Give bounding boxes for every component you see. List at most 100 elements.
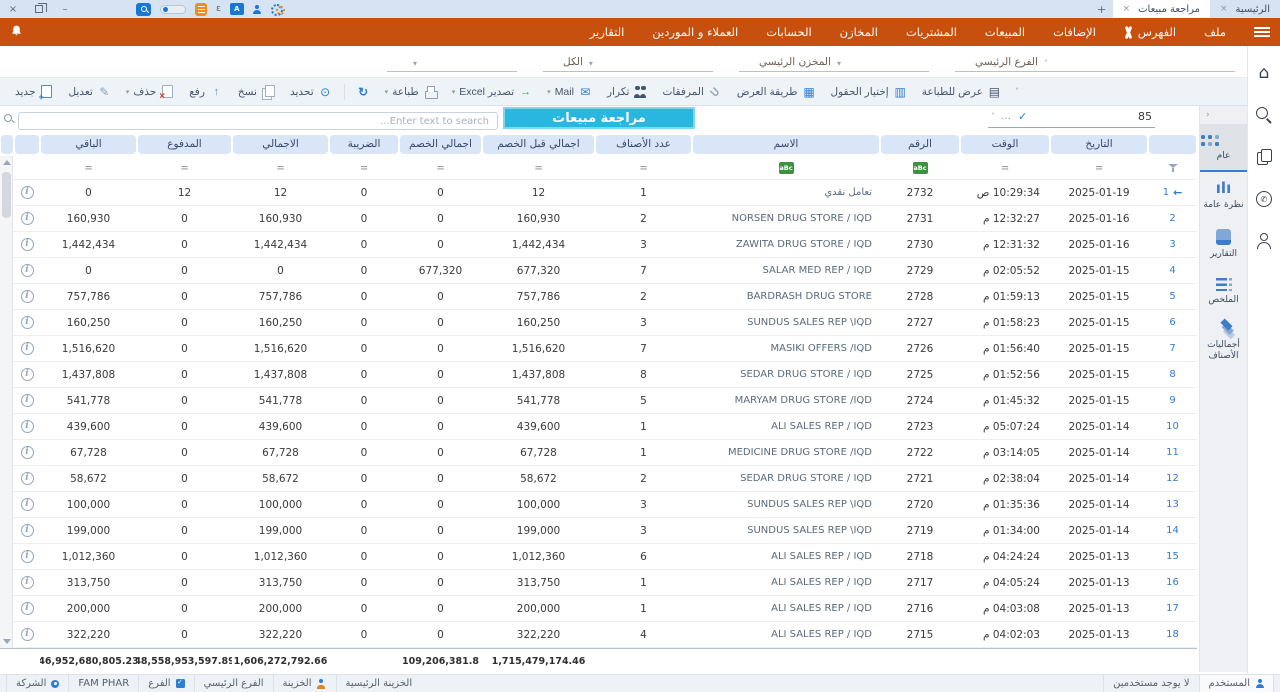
tab-close-icon[interactable]: ×	[1220, 4, 1228, 14]
row-info-icon[interactable]	[21, 602, 34, 615]
table-row[interactable]: 17 2025-01-13 04:03:08 م 2716 ALI SALES …	[0, 596, 1197, 622]
column-filter-funnel-icon[interactable]	[1167, 163, 1179, 173]
hamburger-menu-icon[interactable]	[1254, 27, 1270, 37]
filter-total-discount[interactable]	[399, 156, 482, 179]
table-row[interactable]: 7 2025-01-15 01:56:40 م 2726 MASIKI OFFE…	[0, 336, 1197, 362]
row-info-icon[interactable]	[21, 628, 34, 641]
filter-number[interactable]	[880, 156, 960, 179]
chevron-down-icon[interactable]: ˅	[991, 112, 995, 121]
row-info-icon[interactable]	[21, 394, 34, 407]
sidebar-item-overview[interactable]: نظرة عامة	[1200, 172, 1247, 220]
view-mode-button[interactable]: طريقة العرض	[730, 82, 824, 102]
filter-date[interactable]	[1050, 156, 1148, 179]
row-info-icon[interactable]	[21, 186, 34, 199]
select-button[interactable]: تحديد	[283, 82, 340, 102]
menu-file[interactable]: ملف	[1190, 25, 1240, 39]
header-total-discount[interactable]: اجمالي الخصم	[399, 132, 482, 156]
notes-icon[interactable]	[195, 3, 207, 16]
vertical-scrollbar[interactable]	[0, 156, 13, 648]
equals-filter-icon[interactable]	[1095, 162, 1103, 174]
header-total-before-discount[interactable]: اجمالي قبل الخصم	[482, 132, 595, 156]
translate-icon[interactable]: A	[230, 3, 244, 15]
table-row[interactable]: 4 2025-01-15 02:05:52 م 2729 SALAR MED R…	[0, 258, 1197, 284]
user-search-icon[interactable]	[1255, 232, 1273, 250]
table-row[interactable]: 8 2025-01-15 01:52:56 م 2725 SEDAR DRUG …	[0, 362, 1197, 388]
table-row[interactable]: 15 2025-01-13 04:24:24 م 2718 ALI SALES …	[0, 544, 1197, 570]
abc-filter-icon[interactable]	[913, 162, 928, 174]
row-info-icon[interactable]	[21, 212, 34, 225]
header-tax[interactable]: الضريبة	[329, 132, 399, 156]
table-row[interactable]: 16 2025-01-13 04:05:24 م 2717 ALI SALES …	[0, 570, 1197, 596]
equals-filter-icon[interactable]	[1001, 162, 1009, 174]
filter-total-before-discount[interactable]	[482, 156, 595, 179]
filter-name[interactable]	[692, 156, 880, 179]
sidebar-item-item-totals[interactable]: أجماليات الأصناف	[1200, 316, 1247, 364]
new-tab-button[interactable]: +	[1091, 0, 1113, 18]
collapse-chevron-icon[interactable]: ˅	[1009, 87, 1025, 96]
header-remaining[interactable]: الباقي	[40, 132, 137, 156]
table-row[interactable]: 2 2025-01-16 12:32:27 م 2731 NORSEN DRUG…	[0, 206, 1197, 232]
row-info-icon[interactable]	[21, 576, 34, 589]
tab-sales-review[interactable]: مراجعة مبيعات ×	[1113, 0, 1210, 18]
menu-addons[interactable]: الإضافات	[1039, 25, 1110, 39]
row-info-icon[interactable]	[21, 368, 34, 381]
choose-fields-button[interactable]: إختيار الحقول	[823, 82, 914, 102]
search-input[interactable]	[18, 112, 498, 130]
table-row[interactable]: 18 2025-01-13 04:02:03 م 2715 ALI SALES …	[0, 622, 1197, 648]
sidebar-item-reports[interactable]: التقارير	[1200, 220, 1247, 268]
scrollbar-up-icon[interactable]	[3, 160, 11, 165]
tab-home[interactable]: الرئيسية ×	[1210, 0, 1280, 18]
records-count-input[interactable]	[1112, 110, 1152, 123]
filter-remaining[interactable]	[40, 156, 137, 179]
menu-purchases[interactable]: المشتريات	[892, 25, 971, 39]
equals-filter-icon[interactable]	[436, 162, 444, 174]
minimize-icon[interactable]: –	[52, 0, 78, 18]
row-info-icon[interactable]	[21, 264, 34, 277]
export-excel-button[interactable]: تصدير Excel▾	[445, 82, 540, 102]
row-info-icon[interactable]	[21, 446, 34, 459]
apply-check-icon[interactable]: ✓	[1018, 110, 1027, 123]
quick-search-icon[interactable]	[136, 3, 151, 16]
sidebar-item-summary[interactable]: الملخص	[1200, 268, 1247, 316]
table-row[interactable]: 14 2025-01-14 01:34:00 م 2719 SUNDUS SAL…	[0, 518, 1197, 544]
header-items-count[interactable]: عدد الأصناف	[595, 132, 692, 156]
table-row[interactable]: 3 2025-01-16 12:31:32 م 2730 ZAWITA DRUG…	[0, 232, 1197, 258]
filter-paid[interactable]	[137, 156, 232, 179]
row-info-icon[interactable]	[21, 472, 34, 485]
attachments-button[interactable]: المرفقات	[655, 82, 729, 102]
filter-items-count[interactable]	[595, 156, 692, 179]
menu-sales[interactable]: المبيعات	[971, 25, 1039, 39]
whatsapp-icon[interactable]	[1255, 190, 1273, 208]
table-row[interactable]: 5 2025-01-15 01:59:13 م 2728 BARDRASH DR…	[0, 284, 1197, 310]
user-icon[interactable]	[253, 5, 262, 14]
bell-icon[interactable]	[10, 23, 23, 42]
search-icon[interactable]	[1255, 106, 1273, 124]
table-row[interactable]: 12 2025-01-14 02:38:04 م 2721 SEDAR DRUG…	[0, 466, 1197, 492]
menu-clients-suppliers[interactable]: العملاء و الموردين	[638, 25, 752, 39]
tab-close-icon[interactable]: ×	[1123, 4, 1131, 14]
row-info-icon[interactable]	[21, 238, 34, 251]
scrollbar-down-icon[interactable]	[3, 639, 11, 644]
equals-filter-icon[interactable]	[84, 162, 92, 174]
table-row[interactable]: 6 2025-01-15 01:58:23 م 2727 SUNDUS SALE…	[0, 310, 1197, 336]
restore-icon[interactable]	[26, 0, 52, 18]
post-button[interactable]: رفع	[182, 82, 231, 102]
sidebar-collapse-chevron-icon[interactable]: ›	[1200, 106, 1247, 124]
menu-index[interactable]: الفهرس	[1110, 25, 1190, 39]
table-row[interactable]: 13 2025-01-14 01:35:36 م 2720 SUNDUS SAL…	[0, 492, 1197, 518]
print-view-button[interactable]: عرض للطباعة	[915, 82, 1009, 102]
new-button[interactable]: جديد	[8, 82, 61, 102]
equals-filter-icon[interactable]	[180, 162, 188, 174]
filter-tax[interactable]	[329, 156, 399, 179]
row-info-icon[interactable]	[21, 316, 34, 329]
equals-filter-icon[interactable]	[534, 162, 542, 174]
sidebar-item-general[interactable]: عام	[1200, 124, 1247, 172]
menu-accounts[interactable]: الحسابات	[752, 25, 825, 39]
header-total[interactable]: الاجمالي	[232, 132, 329, 156]
scope-select[interactable]: الكل ▾	[543, 52, 713, 72]
row-info-icon[interactable]	[21, 524, 34, 537]
print-button[interactable]: طباعة▾	[378, 82, 445, 102]
branch-select[interactable]: الفرع الرئيسي ˅	[955, 52, 1235, 72]
row-info-icon[interactable]	[21, 342, 34, 355]
delete-button[interactable]: حذف▾	[119, 82, 182, 102]
